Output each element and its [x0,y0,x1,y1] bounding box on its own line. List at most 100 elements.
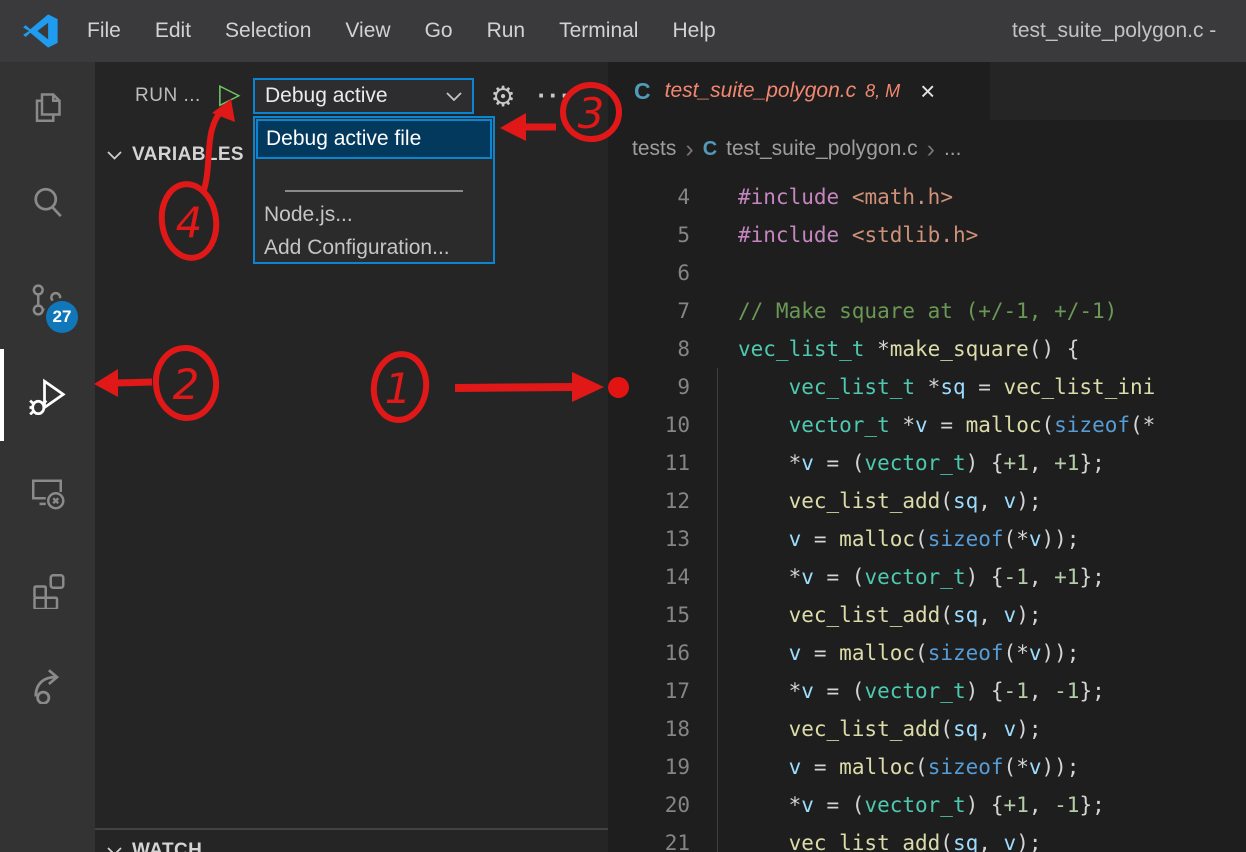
extensions-icon [27,569,67,609]
debug-config-dropdown[interactable]: Debug active [253,78,474,114]
watch-section-label: WATCH [132,840,202,852]
line-number[interactable]: 7 [608,292,690,330]
watch-section-header[interactable]: WATCH [95,836,608,852]
menu-terminal[interactable]: Terminal [542,19,655,43]
code-text[interactable]: *v = (vector_t) {+1, +1}; [738,444,1105,482]
vscode-window: File Edit Selection View Go Run Terminal… [0,0,1246,852]
code-text[interactable]: #include <stdlib.h> [738,216,978,254]
menu-selection[interactable]: Selection [208,19,328,43]
code-text[interactable]: // Make square at (+/-1, +/-1) [738,292,1117,330]
code-text[interactable]: vec_list_t *make_square() { [738,330,1079,368]
code-line: 6 [608,254,1246,292]
code-line: 18 vec_list_add(sq, v); [608,710,1246,748]
activity-item-live-share[interactable] [23,660,71,708]
source-control-badge: 27 [46,301,78,333]
code-line: 8 vec_list_t *make_square() { [608,330,1246,368]
tab-filename: test_suite_polygon.c [665,79,856,103]
menu-file[interactable]: File [70,19,138,43]
start-debugging-button[interactable]: ▷ [219,72,241,116]
menu-item-debug-active-file[interactable]: Debug active file [256,119,492,159]
c-language-icon: C [634,78,651,105]
line-number[interactable]: 21 [608,824,690,852]
line-number[interactable]: 6 [608,254,690,292]
line-number[interactable]: 8 [608,330,690,368]
code-line: 11 *v = (vector_t) {+1, +1}; [608,444,1246,482]
code-text[interactable]: *v = (vector_t) {-1, +1}; [738,558,1105,596]
code-line: 16 v = malloc(sizeof(*v)); [608,634,1246,672]
code-text[interactable]: v = malloc(sizeof(*v)); [738,748,1079,786]
debug-settings-button[interactable]: ⚙ [485,74,521,118]
code-text[interactable]: vec_list_add(sq, v); [738,482,1042,520]
run-and-debug-icon [27,375,67,415]
line-number[interactable]: 12 [608,482,690,520]
chevron-down-icon [446,91,462,102]
activity-item-remote-explorer[interactable] [23,468,71,516]
tab-test-suite-polygon[interactable]: C test_suite_polygon.c 8, M × [608,62,990,120]
debug-sidebar: RUN ... ▷ Debug active ⚙ ··· Debug activ… [95,62,608,852]
breadcrumb-file[interactable]: test_suite_polygon.c [726,137,917,161]
line-number[interactable]: 15 [608,596,690,634]
gear-icon: ⚙ [490,81,515,112]
debug-config-value: Debug active [265,84,446,108]
title-bar: File Edit Selection View Go Run Terminal… [0,0,1246,62]
active-view-indicator [0,349,4,441]
c-language-icon: C [703,138,717,161]
activity-item-extensions[interactable] [23,565,71,613]
code-text[interactable]: *v = (vector_t) {-1, -1}; [738,672,1105,710]
activity-item-run-and-debug[interactable] [23,371,71,419]
code-text[interactable]: vector_t *v = malloc(sizeof(* [738,406,1155,444]
menu-edit[interactable]: Edit [138,19,208,43]
menu-item-add-configuration[interactable]: Add Configuration... [256,231,492,264]
line-number[interactable]: 19 [608,748,690,786]
code-line: 13 v = malloc(sizeof(*v)); [608,520,1246,558]
line-number[interactable]: 20 [608,786,690,824]
code-text[interactable]: v = malloc(sizeof(*v)); [738,634,1079,672]
line-number[interactable]: 17 [608,672,690,710]
menu-run[interactable]: Run [470,19,543,43]
code-line: 5 #include <stdlib.h> [608,216,1246,254]
line-number[interactable]: 16 [608,634,690,672]
variables-section-label: VARIABLES [132,144,244,166]
breadcrumb: tests › C test_suite_polygon.c › ... [608,120,1246,178]
code-text[interactable]: v = malloc(sizeof(*v)); [738,520,1079,558]
line-number[interactable]: 13 [608,520,690,558]
window-title: test_suite_polygon.c - [1012,0,1246,62]
menu-go[interactable]: Go [408,19,470,43]
code-text[interactable]: vec_list_add(sq, v); [738,710,1042,748]
menu-help[interactable]: Help [655,19,732,43]
breadcrumb-folder[interactable]: tests [632,137,676,161]
code-editor[interactable]: 4 #include <math.h> 5 #include <stdlib.h> 67… [608,178,1246,852]
menu-item-nodejs[interactable]: Node.js... [256,198,492,231]
panel-title: RUN ... [135,85,201,107]
code-text[interactable]: vec_list_t *sq = vec_list_ini [738,368,1155,406]
debug-config-menu: Debug active file Node.js... Add Configu… [253,116,495,264]
debug-panel-header: RUN ... ▷ Debug active ⚙ ··· [95,74,608,118]
line-number[interactable]: 4 [608,178,690,216]
chevron-right-icon: › [685,135,693,164]
code-line: 15 vec_list_add(sq, v); [608,596,1246,634]
code-text[interactable]: vec_list_add(sq, v); [738,596,1042,634]
code-line: 4 #include <math.h> [608,178,1246,216]
code-line: 17 *v = (vector_t) {-1, -1}; [608,672,1246,710]
code-text[interactable]: *v = (vector_t) {+1, -1}; [738,786,1105,824]
ellipsis-icon: ··· [538,80,573,110]
menu-view[interactable]: View [328,19,407,43]
more-actions-button[interactable]: ··· [533,74,577,118]
tab-bar: C test_suite_polygon.c 8, M × [608,62,1246,120]
breadcrumb-symbol[interactable]: ... [944,137,962,161]
menubar: File Edit Selection View Go Run Terminal… [70,0,733,62]
code-text[interactable]: #include <math.h> [738,178,953,216]
line-number[interactable]: 10 [608,406,690,444]
line-number[interactable]: 5 [608,216,690,254]
line-number[interactable]: 18 [608,710,690,748]
code-text[interactable]: vec_list_add(sq, v); [738,824,1042,852]
section-divider [95,828,608,830]
code-line: 19 v = malloc(sizeof(*v)); [608,748,1246,786]
chevron-right-icon: › [927,135,935,164]
line-number[interactable]: 11 [608,444,690,482]
line-number[interactable]: 14 [608,558,690,596]
breakpoint-dot[interactable] [608,377,629,398]
tab-close-button[interactable]: × [920,81,935,101]
activity-item-search[interactable] [23,179,71,227]
activity-item-explorer[interactable] [23,83,71,131]
